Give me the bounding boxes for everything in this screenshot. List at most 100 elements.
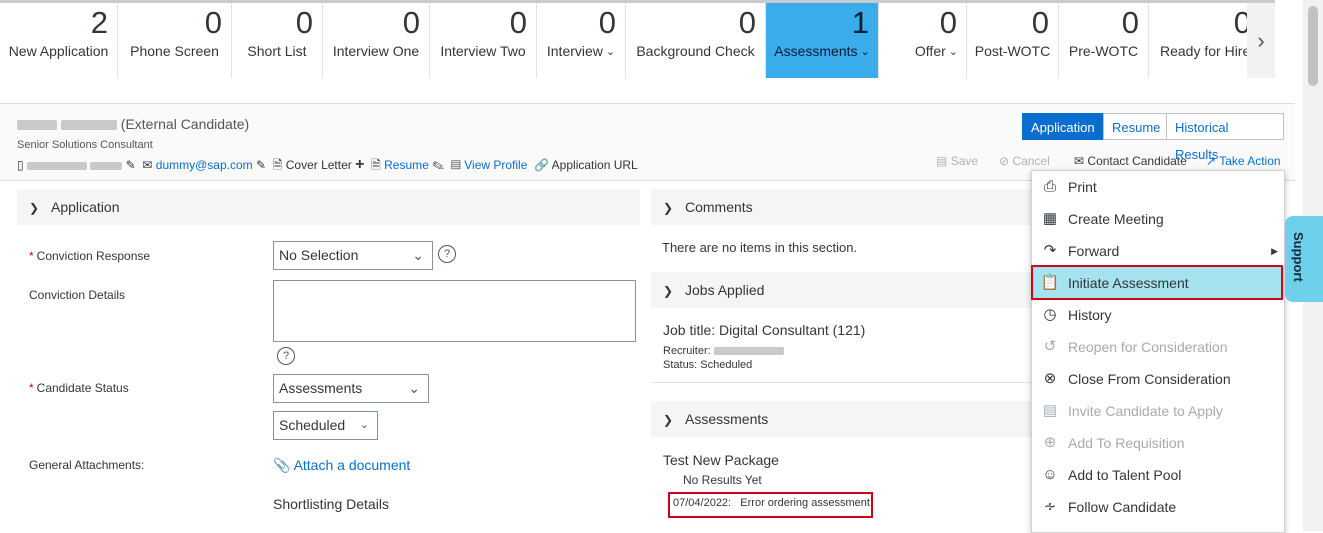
email-link[interactable]: dummy@sap.com: [156, 158, 253, 172]
stage-background-check[interactable]: 0 Background Check: [626, 3, 766, 78]
add-circle-icon: ⊕: [1043, 434, 1057, 451]
tab-historical-results[interactable]: Historical Results: [1166, 113, 1284, 162]
stage-count: 0: [204, 5, 222, 40]
stage-offer[interactable]: 0 Offer ⌄: [879, 3, 967, 78]
candidate-type: (External Candidate): [120, 116, 250, 132]
comments-panel-header[interactable]: ❯ Comments: [651, 189, 1041, 225]
conviction-details-textarea[interactable]: [273, 280, 636, 342]
menu-highlight-box: [1031, 265, 1283, 300]
tab-application[interactable]: Application: [1022, 113, 1103, 140]
chevron-right-icon[interactable]: ›: [1247, 3, 1275, 78]
divider: [651, 382, 1041, 383]
menu-item-follow-candidate[interactable]: ∻ Follow Candidate: [1032, 491, 1284, 523]
resume-link[interactable]: Resume: [384, 158, 429, 172]
phone-icon: ▯: [17, 158, 24, 172]
stage-new-application[interactable]: 2 New Application: [0, 3, 118, 78]
chevron-down-icon: ❯: [662, 201, 674, 215]
cover-letter-label: Cover Letter: [285, 158, 352, 172]
assessments-panel-header[interactable]: ❯ Assessments: [651, 401, 1041, 437]
menu-item-add-to-requisition[interactable]: ⊕ Add To Requisition: [1032, 427, 1284, 459]
take-action-button[interactable]: ↗ Take Action: [1206, 154, 1281, 168]
stage-label: Background Check: [636, 43, 755, 59]
save-label: Save: [950, 154, 979, 168]
save-button[interactable]: ▤ Save: [936, 154, 978, 168]
add-icon[interactable]: +: [355, 156, 364, 173]
external-link-icon: ↗: [1206, 154, 1217, 168]
stage-label: Post-WOTC: [974, 43, 1051, 59]
jobs-applied-panel-header[interactable]: ❯ Jobs Applied: [651, 272, 1041, 308]
mail-icon: ✉: [142, 158, 153, 172]
save-icon: ▤: [936, 154, 948, 168]
meeting-icon: ▦: [1042, 210, 1058, 227]
contact-candidate-button[interactable]: ✉ Contact Candidate: [1074, 154, 1187, 168]
menu-item-invite-candidate[interactable]: ▤ Invite Candidate to Apply: [1032, 395, 1284, 427]
stage-interview-two[interactable]: 0 Interview Two: [430, 3, 537, 78]
panel-title: Comments: [685, 199, 753, 215]
menu-item-reopen[interactable]: ↺ Reopen for Consideration: [1032, 331, 1284, 363]
menu-item-close-consideration[interactable]: ⊗ Close From Consideration: [1032, 363, 1284, 395]
stage-pre-wotc[interactable]: 0 Pre-WOTC: [1059, 3, 1149, 78]
close-circle-icon: ⊗: [1043, 370, 1057, 387]
stage-count: 0: [939, 5, 957, 40]
menu-label: Add to Talent Pool: [1068, 467, 1182, 483]
assessment-results: No Results Yet: [683, 473, 762, 487]
stage-ready-for-hire[interactable]: 0 Ready for Hire: [1149, 3, 1251, 78]
required-asterisk: *: [29, 249, 34, 263]
conviction-response-select[interactable]: No Selection ⌄: [273, 241, 433, 270]
scrollbar-thumb[interactable]: [1308, 6, 1318, 86]
view-profile-link[interactable]: View Profile: [464, 158, 527, 172]
attachments-label: General Attachments:: [29, 458, 145, 472]
stage-interview-one[interactable]: 0 Interview One: [323, 3, 430, 78]
stage-label: New Application: [8, 43, 109, 59]
tab-resume[interactable]: Resume: [1103, 113, 1167, 140]
menu-item-print[interactable]: ⎙ Print: [1032, 171, 1284, 203]
stage-count: 0: [738, 5, 756, 40]
menu-label: History: [1068, 307, 1112, 323]
redacted-name: [60, 120, 117, 131]
application-url-link[interactable]: Application URL: [552, 158, 638, 172]
menu-item-forward[interactable]: ↷ Forward ▶: [1032, 235, 1284, 267]
forward-arrow-icon: ↷: [1043, 242, 1057, 259]
candidate-substatus-select[interactable]: Scheduled ⌄: [273, 411, 378, 440]
pencil-icon[interactable]: ✎: [432, 158, 444, 172]
stage-label: Phone Screen: [130, 43, 219, 59]
stage-label: Pre-WOTC: [1068, 43, 1139, 59]
stage-assessments[interactable]: 1 Assessments ⌄: [766, 3, 879, 78]
pencil-icon[interactable]: ✎: [126, 158, 136, 172]
feed-icon: ∻: [1043, 498, 1057, 515]
chevron-down-icon: ⌄: [948, 46, 958, 58]
contact-label: Contact Candidate: [1087, 154, 1187, 168]
stage-count: 1: [851, 5, 869, 40]
menu-item-add-to-talent-pool[interactable]: ☺ Add to Talent Pool: [1032, 459, 1284, 491]
panel-title: Assessments: [685, 411, 769, 427]
select-value: No Selection: [279, 247, 359, 263]
chevron-down-icon: ⌄: [359, 419, 369, 431]
application-panel-header[interactable]: ❯ Application: [17, 189, 640, 225]
stage-count: 0: [509, 5, 527, 40]
stage-label-wrap: Offer ⌄: [879, 43, 966, 59]
stage-label: Ready for Hire: [1160, 43, 1247, 59]
stage-post-wotc[interactable]: 0 Post-WOTC: [967, 3, 1059, 78]
cancel-button[interactable]: ⊘ Cancel: [999, 154, 1050, 168]
support-label: Support: [1291, 232, 1306, 282]
stage-short-list[interactable]: 0 Short List: [232, 3, 323, 78]
menu-label: Forward: [1068, 243, 1120, 259]
stage-phone-screen[interactable]: 0 Phone Screen: [118, 3, 232, 78]
stage-label: Offer: [914, 43, 946, 59]
chevron-down-icon: ❯: [662, 284, 674, 298]
pencil-icon[interactable]: ✎: [256, 158, 266, 172]
help-icon[interactable]: ?: [277, 347, 295, 365]
help-icon[interactable]: ?: [438, 245, 456, 263]
stage-label: Interview One: [332, 43, 420, 59]
support-tab[interactable]: Support: [1285, 216, 1323, 302]
select-value: Scheduled: [279, 417, 346, 433]
stage-interview[interactable]: 0 Interview ⌄: [537, 3, 626, 78]
attach-document-link[interactable]: 📎 Attach a document: [273, 457, 410, 474]
stage-label: Interview Two: [440, 43, 526, 59]
candidate-status-select[interactable]: Assessments ⌄: [273, 374, 429, 403]
menu-item-create-meeting[interactable]: ▦ Create Meeting: [1032, 203, 1284, 235]
menu-item-history[interactable]: ◷ History: [1032, 299, 1284, 331]
chevron-down-icon: ❯: [28, 201, 40, 215]
candidate-status-label: * Candidate Status: [29, 381, 129, 395]
stage-label: Assessments: [774, 43, 858, 59]
